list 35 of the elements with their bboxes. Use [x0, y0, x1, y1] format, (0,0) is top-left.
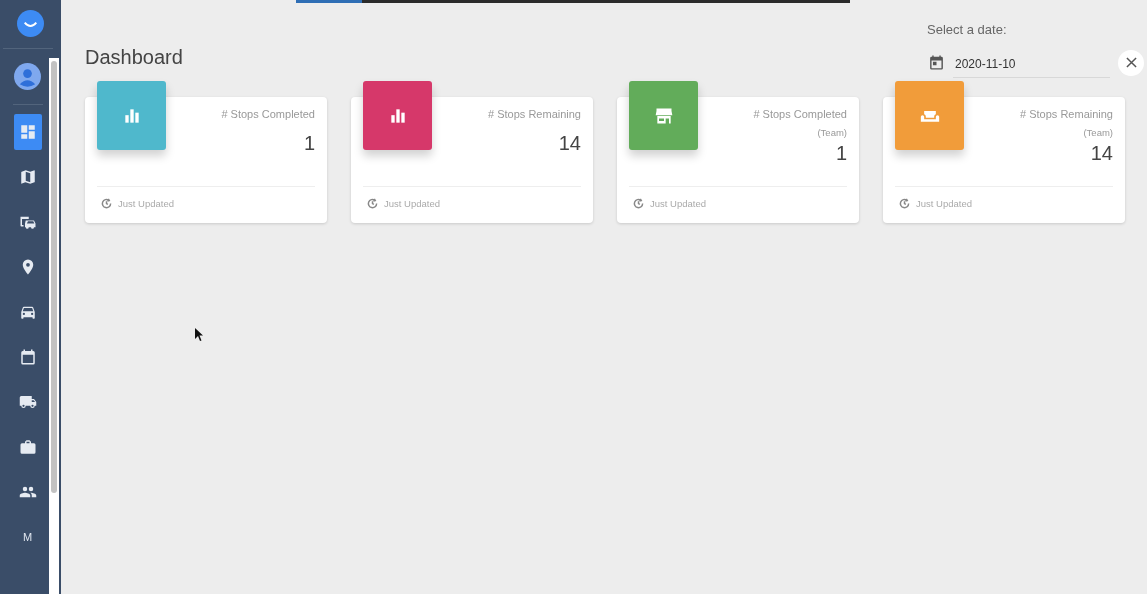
card-value: 1	[303, 132, 315, 156]
refresh-icon	[633, 198, 644, 210]
refresh-icon	[899, 198, 910, 210]
map-icon	[18, 168, 37, 186]
close-icon	[1125, 57, 1137, 68]
update-status: Just Updated	[650, 198, 706, 210]
refresh-icon	[367, 198, 378, 210]
card-title: # Stops Completed	[753, 108, 847, 121]
card-title: # Stops Remaining	[488, 108, 581, 121]
card-value: 14	[1090, 142, 1113, 166]
date-field[interactable]: 2020-11-10	[953, 51, 1110, 78]
dashboard-icon	[18, 123, 37, 141]
calendar-icon	[18, 348, 37, 366]
nav-item[interactable]: M	[13, 519, 42, 555]
avatar-icon[interactable]	[14, 63, 41, 90]
scrollbar-thumb[interactable]	[51, 61, 57, 493]
calendar-icon[interactable]	[928, 54, 945, 71]
update-status: Just Updated	[916, 198, 972, 210]
truck-icon	[18, 393, 37, 411]
briefcase-icon	[18, 438, 37, 456]
card-subtitle: (Team)	[817, 127, 847, 139]
date-label: Select a date:	[927, 22, 1008, 37]
refresh-icon	[101, 198, 112, 210]
page-title: Dashboard	[85, 46, 183, 69]
card-value: 1	[835, 142, 847, 166]
card-value: 14	[558, 132, 581, 156]
card-title: # Stops Remaining	[1020, 108, 1113, 121]
cursor-icon	[195, 328, 203, 341]
update-status: Just Updated	[118, 198, 174, 210]
dashboard-nav-item[interactable]	[13, 114, 42, 150]
update-status: Just Updated	[384, 198, 440, 210]
card-title: # Stops Completed	[221, 108, 315, 121]
clear-button[interactable]	[1118, 49, 1144, 76]
card-subtitle: (Team)	[1083, 127, 1113, 139]
logo-icon[interactable]	[17, 10, 44, 37]
